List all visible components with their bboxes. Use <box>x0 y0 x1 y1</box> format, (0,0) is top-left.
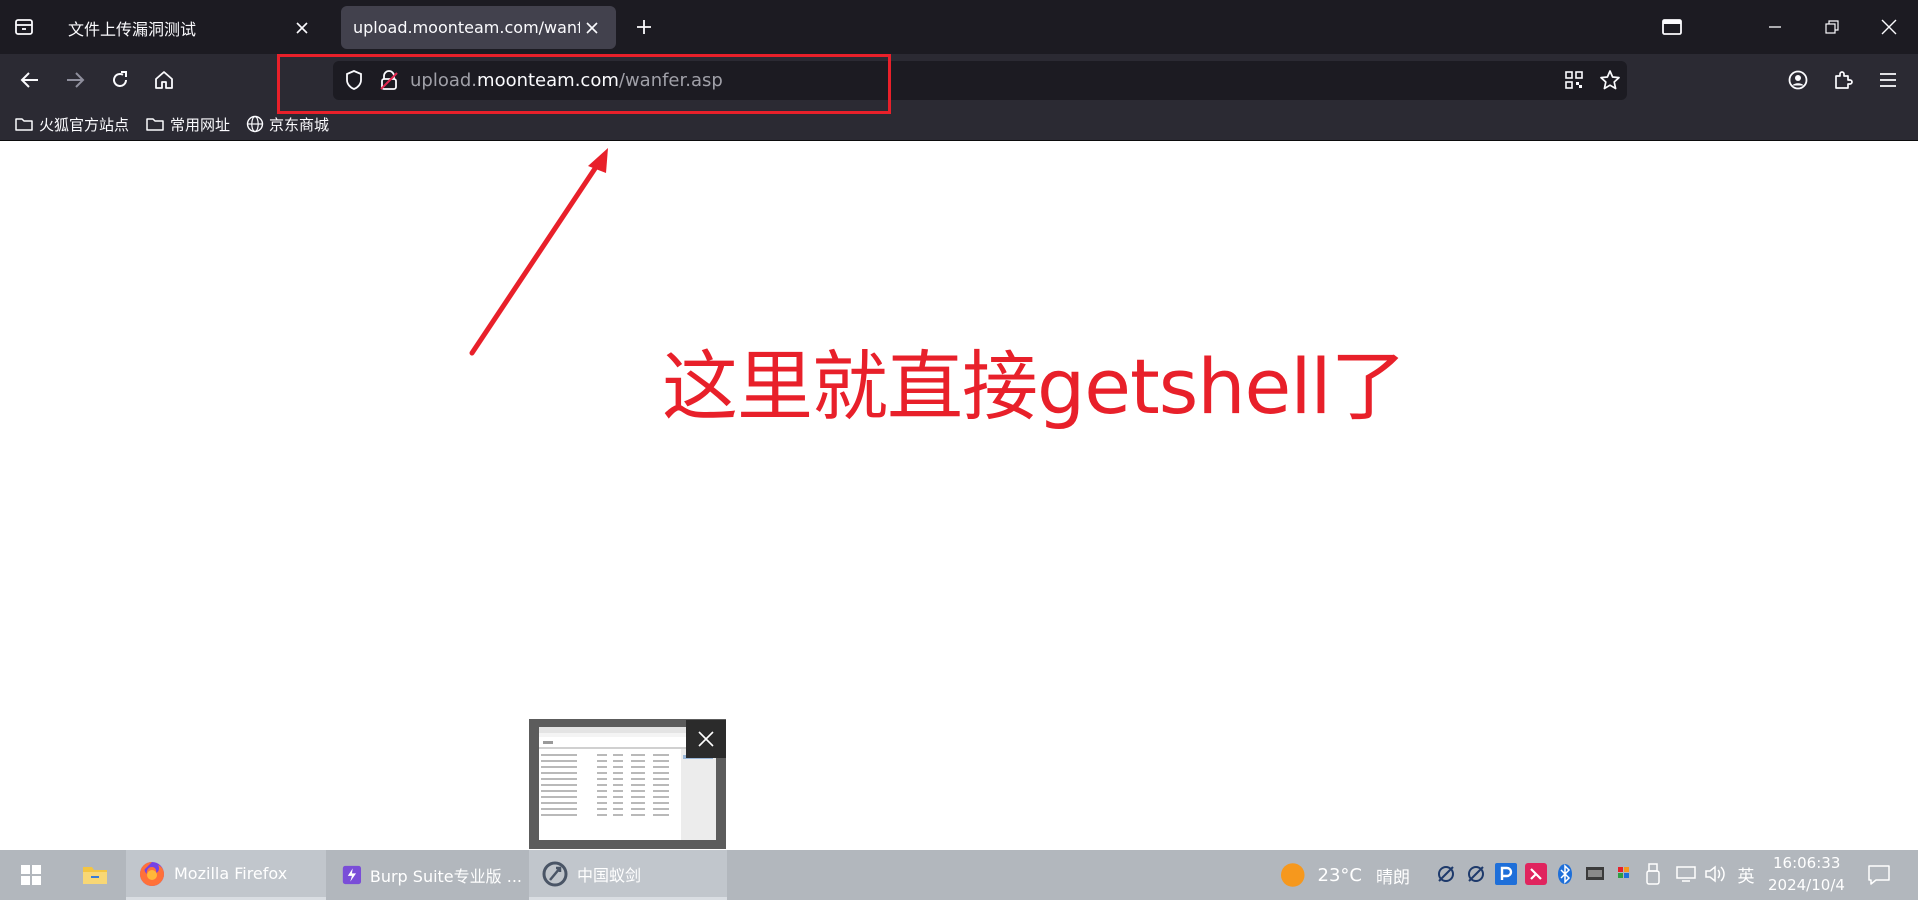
taskbar-app-label: 中国蚁剑 <box>577 865 642 885</box>
close-window-icon[interactable] <box>1871 9 1907 45</box>
taskbar-app-label: Mozilla Firefox <box>174 864 288 883</box>
bookmark-label: 火狐官方站点 <box>39 115 130 134</box>
bookmark-firefox-official[interactable]: 火狐官方站点 <box>14 112 129 136</box>
windows-logo-icon <box>21 865 41 885</box>
folder-icon <box>146 118 164 131</box>
tab-wanfer-asp[interactable]: upload.moonteam.com/wanfer.asp <box>341 6 616 49</box>
extensions-puzzle-icon[interactable] <box>1825 62 1861 98</box>
annotation-text: 这里就直接getshell了 <box>662 342 1407 431</box>
notification-center-icon[interactable] <box>1866 862 1892 888</box>
back-arrow-icon[interactable] <box>12 62 48 98</box>
menu-hamburger-icon[interactable] <box>1870 62 1906 98</box>
vpn-off-icon[interactable] <box>1435 863 1457 885</box>
new-tab-icon[interactable] <box>626 9 662 45</box>
sunny-weather-icon <box>1280 863 1305 887</box>
bluetooth-icon[interactable] <box>1554 863 1576 885</box>
sync-off-icon[interactable] <box>1465 863 1487 885</box>
taskbar-app-antsword[interactable]: 中国蚁剑 <box>529 850 727 900</box>
antsword-icon <box>542 861 568 886</box>
clock-date[interactable]: 2024/10/4 <box>1768 876 1845 894</box>
bookmark-common-urls[interactable]: 常用网址 <box>145 112 230 136</box>
pink-app-icon[interactable] <box>1525 863 1547 885</box>
network-ethernet-icon[interactable] <box>1675 863 1697 885</box>
bookmark-label: 常用网址 <box>170 115 231 134</box>
taskbar-app-label: Burp Suite专业版 ... <box>369 867 522 886</box>
account-icon[interactable] <box>1780 62 1816 98</box>
preview-close-icon[interactable] <box>686 720 726 758</box>
close-tab-icon[interactable] <box>580 16 604 40</box>
tab-label: upload.moonteam.com/wanfer.asp <box>353 18 580 37</box>
weather-temp: 23°C <box>1317 864 1362 886</box>
tab-file-upload-test[interactable]: 文件上传漏洞测试 <box>56 6 326 49</box>
start-button[interactable] <box>8 850 54 900</box>
clock-time[interactable]: 16:06:33 <box>1773 854 1840 872</box>
qr-code-icon[interactable] <box>1556 62 1592 98</box>
usb-drive-icon[interactable] <box>1642 863 1664 885</box>
bookmark-label: 京东商城 <box>269 115 330 134</box>
weather-widget[interactable]: 23°C 晴朗 <box>1280 850 1410 900</box>
bookmark-jd-mall[interactable]: 京东商城 <box>246 112 329 136</box>
window-sidebar-icon[interactable] <box>1654 9 1690 45</box>
file-explorer-button[interactable] <box>70 850 120 900</box>
annotation-arrow-icon <box>469 148 608 356</box>
taskbar-app-firefox[interactable]: Mozilla Firefox <box>126 850 326 900</box>
minimize-icon[interactable] <box>1757 9 1793 45</box>
bookmark-star-icon[interactable] <box>1592 62 1628 98</box>
input-method-indicator[interactable]: 英 <box>1733 863 1759 887</box>
volume-speaker-icon[interactable] <box>1704 863 1726 885</box>
globe-icon <box>246 115 264 133</box>
burp-icon <box>342 865 362 885</box>
tab-list-icon[interactable] <box>6 9 42 45</box>
tab-label: 文件上传漏洞测试 <box>68 19 197 39</box>
annotation-highlight-box <box>277 54 891 114</box>
vmware-icon[interactable] <box>1584 863 1606 885</box>
folder-icon <box>15 118 33 131</box>
forward-arrow-icon[interactable] <box>57 62 93 98</box>
home-icon[interactable] <box>146 62 182 98</box>
taskbar-app-burp-suite[interactable]: Burp Suite专业版 ... <box>332 850 522 900</box>
file-explorer-folder-icon <box>83 867 107 884</box>
weather-condition: 晴朗 <box>1376 867 1410 888</box>
restore-icon[interactable] <box>1814 9 1850 45</box>
firefox-icon <box>140 861 164 886</box>
reload-icon[interactable] <box>102 62 138 98</box>
color-palette-icon[interactable] <box>1614 863 1636 885</box>
page-content <box>0 141 1918 850</box>
close-tab-icon[interactable] <box>290 16 314 40</box>
p-app-icon[interactable] <box>1495 863 1517 885</box>
